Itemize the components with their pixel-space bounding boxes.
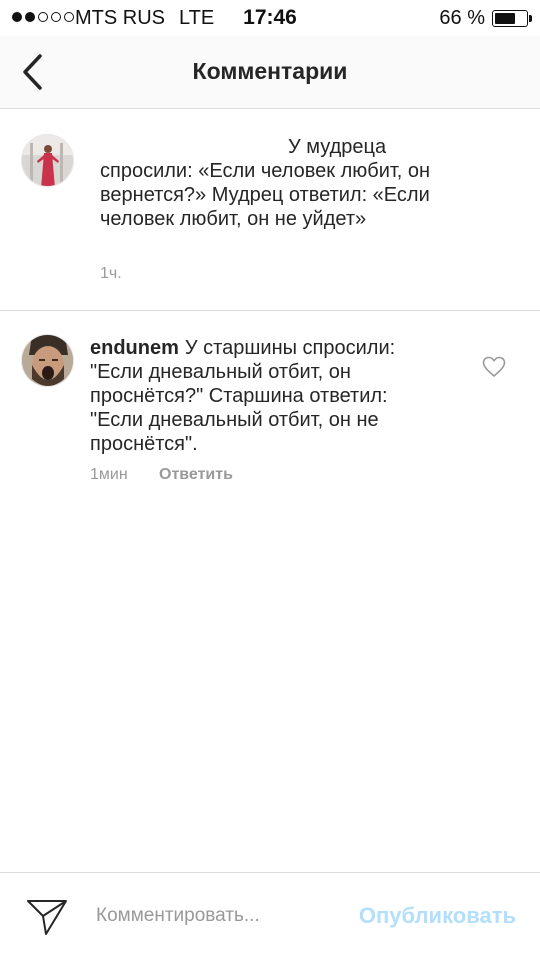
- comment-username[interactable]: endunem: [90, 337, 179, 359]
- caption-timestamp: 1ч.: [100, 265, 122, 282]
- status-bar: MTS RUS LTE 17:46 66 %: [0, 0, 540, 36]
- post-caption: У мудреца спросили: «Если человек любит,…: [0, 110, 540, 310]
- avatar-image: [22, 135, 73, 186]
- avatar-image: [22, 335, 73, 386]
- comments-screen: MTS RUS LTE 17:46 66 % Комментарии У муд…: [0, 0, 540, 960]
- like-button[interactable]: [482, 356, 506, 378]
- navigation-bar: Комментарии: [0, 36, 540, 109]
- publish-button[interactable]: Опубликовать: [359, 903, 516, 929]
- caption-text: У мудреца спросили: «Если человек любит,…: [100, 136, 431, 230]
- paper-plane-icon: [27, 900, 67, 935]
- page-title: Комментарии: [192, 58, 348, 84]
- avatar[interactable]: [21, 334, 74, 387]
- battery-percent: 66 %: [439, 7, 485, 29]
- comment-item: endunem У старшины спросили: "Если дневал…: [0, 311, 540, 511]
- comment-text: endunem У старшины спросили: "Если дневал…: [90, 336, 430, 456]
- battery-level-fill: [495, 13, 515, 24]
- comment-composer: Опубликовать: [0, 872, 540, 960]
- battery-cap: [529, 15, 532, 22]
- comment-input[interactable]: [96, 901, 316, 931]
- heart-outline-icon: [482, 356, 506, 377]
- direct-share-button[interactable]: [26, 897, 70, 937]
- comment-timestamp: 1мин: [90, 466, 128, 483]
- reply-button[interactable]: Ответить: [159, 466, 233, 484]
- battery-icon: [492, 10, 528, 27]
- avatar[interactable]: [21, 134, 74, 187]
